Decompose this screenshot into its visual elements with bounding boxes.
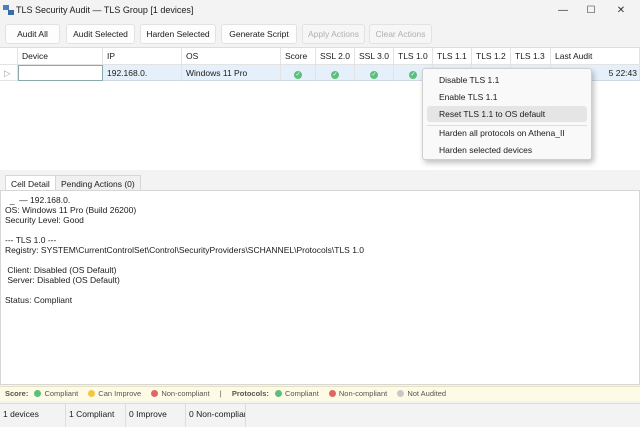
column-header-tls12[interactable]: TLS 1.2 <box>472 48 511 65</box>
compliant-icon <box>34 390 42 397</box>
tab-cell-detail[interactable]: Cell Detail <box>5 175 56 191</box>
cell-ssl20[interactable]: ✓ <box>316 65 355 81</box>
detail-line: Client: Disabled (OS Default) <box>5 265 117 275</box>
detail-line: Registry: SYSTEM\CurrentControlSet\Contr… <box>5 245 365 255</box>
legend-separator: | <box>219 389 222 398</box>
detail-line: Status: Compliant <box>5 295 73 305</box>
maximize-button[interactable]: ☐ <box>578 3 604 19</box>
generate-script-button[interactable]: Generate Script <box>221 24 297 44</box>
detail-line: Security Level: Good <box>5 215 84 225</box>
column-header-ip[interactable]: IP <box>103 48 182 65</box>
row-expander[interactable]: ▷ <box>0 65 18 81</box>
detail-line: OS: Windows 11 Pro (Build 26200) <box>5 205 137 215</box>
menu-item-reset-tls11[interactable]: Reset TLS 1.1 to OS default <box>427 106 587 122</box>
column-header-os[interactable]: OS <box>182 48 281 65</box>
menu-item-harden-selected-devices[interactable]: Harden selected devices <box>427 142 587 158</box>
compliant-icon <box>275 390 283 397</box>
window-title: TLS Security Audit — TLS Group [1 device… <box>16 5 194 15</box>
error-icon <box>151 390 159 397</box>
cell-ip[interactable]: 192.168.0. <box>103 65 182 81</box>
clear-actions-button[interactable]: Clear Actions <box>369 24 432 44</box>
menu-item-disable-tls11[interactable]: Disable TLS 1.1 <box>427 72 587 88</box>
cell-ssl30[interactable]: ✓ <box>355 65 394 81</box>
not-audited-icon <box>397 390 405 397</box>
status-bar: 1 devices 1 Compliant 0 Improve 0 Non-co… <box>0 403 640 427</box>
cell-score[interactable]: ✓ <box>281 65 316 81</box>
row-header-corner <box>0 48 18 65</box>
detail-line: Server: Disabled (OS Default) <box>5 275 120 285</box>
status-non-compliant: 0 Non-complian <box>186 404 246 427</box>
legend-protocol-non-compliant: Non-compliant <box>328 389 387 398</box>
column-header-tls13[interactable]: TLS 1.3 <box>511 48 551 65</box>
compliant-check-icon: ✓ <box>331 71 339 79</box>
audit-all-button[interactable]: Audit All <box>5 24 60 44</box>
audit-selected-button[interactable]: Audit Selected <box>66 24 135 44</box>
column-header-device[interactable]: Device <box>18 48 103 65</box>
legend-score-label: Score: <box>5 389 29 398</box>
title-bar: TLS Security Audit — TLS Group [1 device… <box>0 0 640 22</box>
cell-device[interactable] <box>18 65 103 81</box>
column-header-tls11[interactable]: TLS 1.1 <box>433 48 472 65</box>
detail-line <box>5 225 635 235</box>
column-header-score[interactable]: Score <box>281 48 316 65</box>
menu-item-enable-tls11[interactable]: Enable TLS 1.1 <box>427 89 587 105</box>
context-menu: Disable TLS 1.1 Enable TLS 1.1 Reset TLS… <box>422 68 592 160</box>
harden-selected-button[interactable]: Harden Selected <box>140 24 216 44</box>
apply-actions-button[interactable]: Apply Actions <box>302 24 365 44</box>
detail-line: _ — 192.168.0. <box>5 195 71 205</box>
compliant-check-icon: ✓ <box>294 71 302 79</box>
minimize-button[interactable]: — <box>550 3 576 19</box>
status-improve: 0 Improve <box>126 404 186 427</box>
app-icon <box>3 5 14 16</box>
column-header-ssl20[interactable]: SSL 2.0 <box>316 48 355 65</box>
legend-can-improve: Can Improve <box>88 389 141 398</box>
legend-not-audited: Not Audited <box>397 389 446 398</box>
status-compliant: 1 Compliant <box>66 404 126 427</box>
close-button[interactable]: ✕ <box>608 3 634 19</box>
column-header-ssl30[interactable]: SSL 3.0 <box>355 48 394 65</box>
detail-line <box>5 255 635 265</box>
detail-line <box>5 285 635 295</box>
legend-bar: Score: Compliant Can Improve Non-complia… <box>0 386 640 401</box>
legend-protocols-label: Protocols: <box>231 389 269 398</box>
error-icon <box>328 390 336 397</box>
legend-compliant: Compliant <box>34 389 78 398</box>
column-header-last-audit[interactable]: Last Audit <box>551 48 640 65</box>
menu-item-harden-all-protocols[interactable]: Harden all protocols on Athena_II <box>427 125 587 141</box>
status-devices: 1 devices <box>0 404 66 427</box>
compliant-check-icon: ✓ <box>370 71 378 79</box>
column-header-tls10[interactable]: TLS 1.0 <box>394 48 433 65</box>
compliant-check-icon: ✓ <box>409 71 417 79</box>
tab-pending-actions[interactable]: Pending Actions (0) <box>55 175 141 191</box>
cell-detail-pane: _ — 192.168.0. OS: Windows 11 Pro (Build … <box>0 190 640 385</box>
legend-non-compliant: Non-compliant <box>151 389 210 398</box>
cell-os[interactable]: Windows 11 Pro <box>182 65 281 81</box>
warning-icon <box>88 390 96 397</box>
legend-protocol-compliant: Compliant <box>275 389 319 398</box>
detail-line: --- TLS 1.0 --- <box>5 235 57 245</box>
